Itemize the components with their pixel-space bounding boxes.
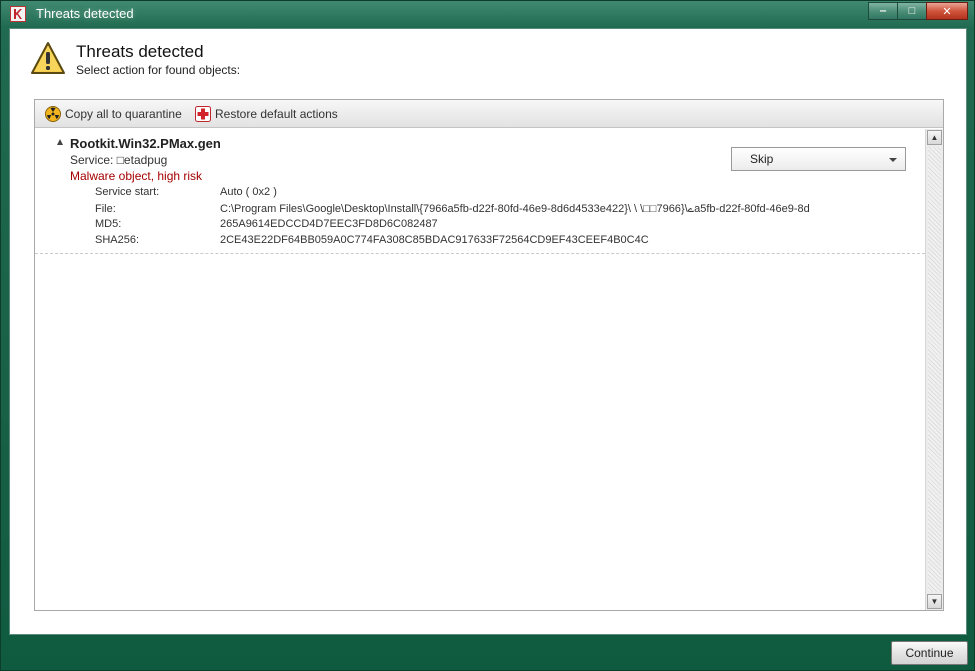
window-controls: ‒ □ ✕ bbox=[868, 2, 968, 20]
restore-default-actions-label: Restore default actions bbox=[215, 107, 338, 121]
detail-value: Auto ( 0x2 ) bbox=[220, 186, 277, 198]
main-window: Threats detected ‒ □ ✕ Threats detected … bbox=[0, 0, 975, 671]
restore-default-actions-button[interactable]: Restore default actions bbox=[195, 105, 338, 123]
copy-to-quarantine-label: Copy all to quarantine bbox=[65, 107, 182, 121]
minimize-icon: ‒ bbox=[879, 5, 887, 17]
continue-button[interactable]: Continue bbox=[891, 641, 968, 665]
close-button[interactable]: ✕ bbox=[926, 2, 968, 20]
detail-row-sha256: SHA256: 2CE43E22DF64BB059A0C774FA308C85BD… bbox=[95, 234, 649, 246]
close-icon: ✕ bbox=[942, 5, 952, 18]
detail-value: 265A9614EDCCD4D7EEC3FD8D6C082487 bbox=[220, 218, 438, 230]
detail-row-service-start: Service start: Auto ( 0x2 ) bbox=[95, 186, 277, 198]
threat-service-label: Service: bbox=[70, 153, 117, 167]
dialog-content: Threats detected Select action for found… bbox=[9, 28, 967, 635]
chevron-down-icon bbox=[889, 158, 897, 162]
maximize-button[interactable]: □ bbox=[897, 2, 927, 20]
maximize-icon: □ bbox=[908, 5, 916, 17]
threat-name: Rootkit.Win32.PMax.gen bbox=[70, 136, 221, 151]
detail-key: Service start: bbox=[95, 186, 160, 198]
detail-key: MD5: bbox=[95, 218, 122, 230]
scroll-up-arrow-icon[interactable]: ▲ bbox=[927, 130, 942, 145]
detail-row-file: File: C:\Program Files\Google\Desktop\Ins… bbox=[95, 202, 810, 215]
minimize-button[interactable]: ‒ bbox=[868, 2, 898, 20]
detail-key: File: bbox=[95, 203, 116, 215]
collapse-arrow-icon[interactable] bbox=[57, 139, 63, 145]
detail-value: C:\Program Files\Google\Desktop\Install\… bbox=[220, 203, 810, 215]
threat-item: Rootkit.Win32.PMax.gen Service: □etadpug… bbox=[35, 129, 925, 254]
page-title: Threats detected bbox=[76, 42, 204, 61]
detail-row-md5: MD5: 265A9614EDCCD4D7EEC3FD8D6C082487 bbox=[95, 218, 438, 230]
radiation-icon bbox=[45, 106, 61, 122]
threat-service: Service: □etadpug bbox=[70, 153, 167, 167]
threat-service-value: □etadpug bbox=[116, 153, 168, 167]
detail-key: SHA256: bbox=[95, 234, 140, 246]
scroll-down-arrow-icon[interactable]: ▼ bbox=[927, 594, 942, 609]
copy-to-quarantine-button[interactable]: Copy all to quarantine bbox=[45, 105, 182, 123]
page-subtitle: Select action for found objects: bbox=[76, 63, 241, 77]
threat-action-value: Skip bbox=[750, 152, 774, 166]
kaspersky-logo-icon bbox=[10, 6, 26, 22]
threats-panel: Copy all to quarantine Restore default a… bbox=[34, 99, 944, 611]
vertical-scrollbar[interactable]: ▲ ▼ bbox=[925, 129, 943, 610]
red-cross-icon bbox=[195, 106, 211, 122]
scroll-track[interactable] bbox=[928, 147, 941, 592]
warning-triangle-icon bbox=[31, 42, 65, 74]
threat-list: Rootkit.Win32.PMax.gen Service: □etadpug… bbox=[35, 129, 925, 610]
title-bar[interactable]: Threats detected ‒ □ ✕ bbox=[1, 1, 974, 27]
threat-risk-level: Malware object, high risk bbox=[70, 169, 203, 183]
threats-toolbar: Copy all to quarantine Restore default a… bbox=[35, 100, 943, 128]
window-title: Threats detected bbox=[36, 6, 134, 21]
threat-action-dropdown[interactable]: Skip bbox=[731, 147, 906, 171]
detail-value: 2CE43E22DF64BB059A0C774FA308C85BDAC91763… bbox=[220, 234, 649, 246]
